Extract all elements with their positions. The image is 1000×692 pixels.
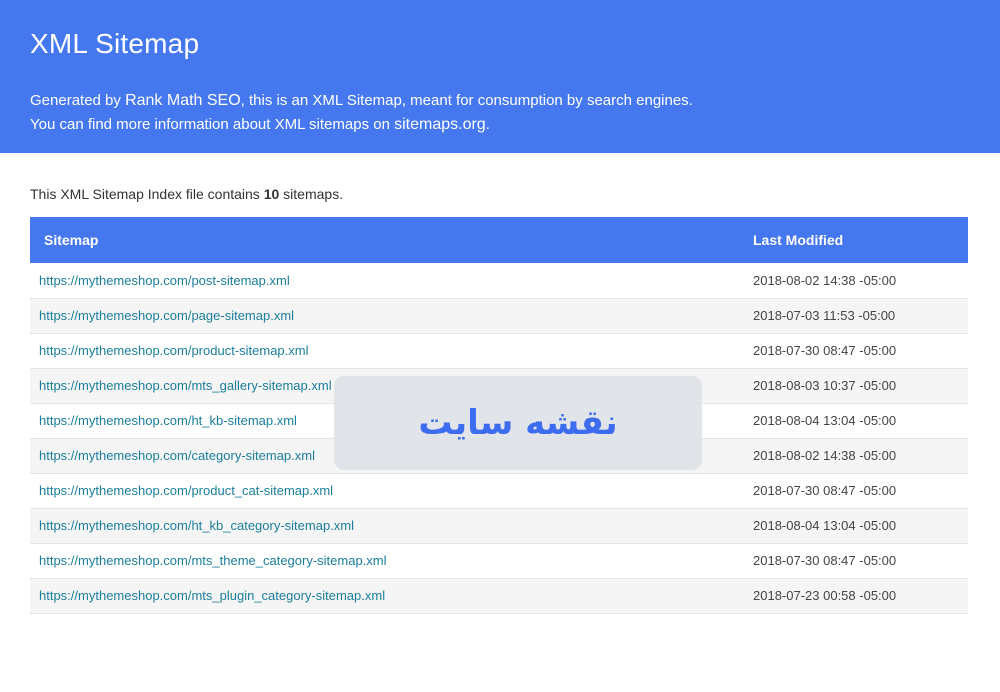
sitemap-link[interactable]: https://mythemeshop.com/ht_kb-sitemap.xm…: [39, 413, 297, 428]
last-modified-cell: 2018-08-02 14:38 -05:00: [744, 263, 968, 299]
page-title: XML Sitemap: [30, 28, 200, 59]
watermark-overlay: نقشه سایت: [334, 376, 702, 470]
sitemap-link[interactable]: https://mythemeshop.com/post-sitemap.xml: [39, 273, 290, 288]
sitemap-cell: https://mythemeshop.com/ht_kb_category-s…: [30, 508, 744, 544]
sitemap-cell: https://mythemeshop.com/product-sitemap.…: [30, 333, 744, 369]
page-header: XML Sitemap Generated by Rank Math SEO, …: [0, 0, 1000, 153]
table-header-row: Sitemap Last Modified: [30, 217, 968, 263]
header-description-line-2: You can find more information about XML …: [30, 113, 490, 137]
sitemap-cell: https://mythemeshop.com/page-sitemap.xml: [30, 298, 744, 334]
last-modified-cell: 2018-08-02 14:38 -05:00: [744, 438, 968, 474]
sitemap-link[interactable]: https://mythemeshop.com/mts_theme_catego…: [39, 553, 387, 568]
sitemap-cell: https://mythemeshop.com/mts_plugin_categ…: [30, 578, 744, 614]
intro-suffix: sitemaps.: [279, 186, 344, 202]
last-modified-cell: 2018-07-30 08:47 -05:00: [744, 333, 968, 369]
sitemap-count: 10: [263, 186, 280, 202]
table-row: https://mythemeshop.com/product-sitemap.…: [30, 333, 968, 369]
sitemap-link[interactable]: https://mythemeshop.com/page-sitemap.xml: [39, 308, 294, 323]
sitemap-link[interactable]: https://mythemeshop.com/ht_kb_category-s…: [39, 518, 354, 533]
sitemap-count-text: This XML Sitemap Index file contains 10 …: [30, 186, 343, 202]
last-modified-cell: 2018-07-30 08:47 -05:00: [744, 473, 968, 509]
table-row: https://mythemeshop.com/ht_kb_category-s…: [30, 508, 968, 544]
table-row: https://mythemeshop.com/page-sitemap.xml…: [30, 298, 968, 334]
desc-line1-prefix: Generated by: [30, 92, 126, 109]
column-header-sitemap: Sitemap: [30, 217, 744, 263]
last-modified-cell: 2018-07-23 00:58 -05:00: [744, 578, 968, 614]
last-modified-cell: 2018-08-03 10:37 -05:00: [744, 368, 968, 404]
last-modified-cell: 2018-07-03 11:53 -05:00: [744, 298, 968, 334]
sitemap-link[interactable]: https://mythemeshop.com/product-sitemap.…: [39, 343, 309, 358]
table-row: https://mythemeshop.com/post-sitemap.xml…: [30, 263, 968, 299]
table-row: https://mythemeshop.com/mts_theme_catego…: [30, 543, 968, 579]
desc-line2-prefix: You can find more information about XML …: [30, 116, 395, 133]
sitemaps-org-link[interactable]: sitemaps.org: [394, 116, 486, 133]
last-modified-cell: 2018-08-04 13:04 -05:00: [744, 403, 968, 439]
last-modified-cell: 2018-07-30 08:47 -05:00: [744, 543, 968, 579]
rank-math-seo-link[interactable]: Rank Math SEO: [125, 92, 241, 109]
intro-prefix: This XML Sitemap Index file contains: [30, 186, 264, 202]
sitemap-cell: https://mythemeshop.com/mts_theme_catego…: [30, 543, 744, 579]
desc-line1-suffix: , this is an XML Sitemap, meant for cons…: [240, 92, 693, 109]
desc-line2-suffix: .: [485, 116, 490, 133]
header-description-line-1: Generated by Rank Math SEO, this is an X…: [30, 89, 693, 113]
sitemap-link[interactable]: https://mythemeshop.com/mts_plugin_categ…: [39, 588, 385, 603]
column-header-last-modified: Last Modified: [744, 217, 968, 263]
sitemap-link[interactable]: https://mythemeshop.com/product_cat-site…: [39, 483, 333, 498]
last-modified-cell: 2018-08-04 13:04 -05:00: [744, 508, 968, 544]
sitemap-cell: https://mythemeshop.com/product_cat-site…: [30, 473, 744, 509]
table-row: https://mythemeshop.com/product_cat-site…: [30, 473, 968, 509]
sitemap-link[interactable]: https://mythemeshop.com/mts_gallery-site…: [39, 378, 332, 393]
sitemap-cell: https://mythemeshop.com/post-sitemap.xml: [30, 263, 744, 299]
sitemap-link[interactable]: https://mythemeshop.com/category-sitemap…: [39, 448, 315, 463]
table-row: https://mythemeshop.com/mts_plugin_categ…: [30, 578, 968, 614]
